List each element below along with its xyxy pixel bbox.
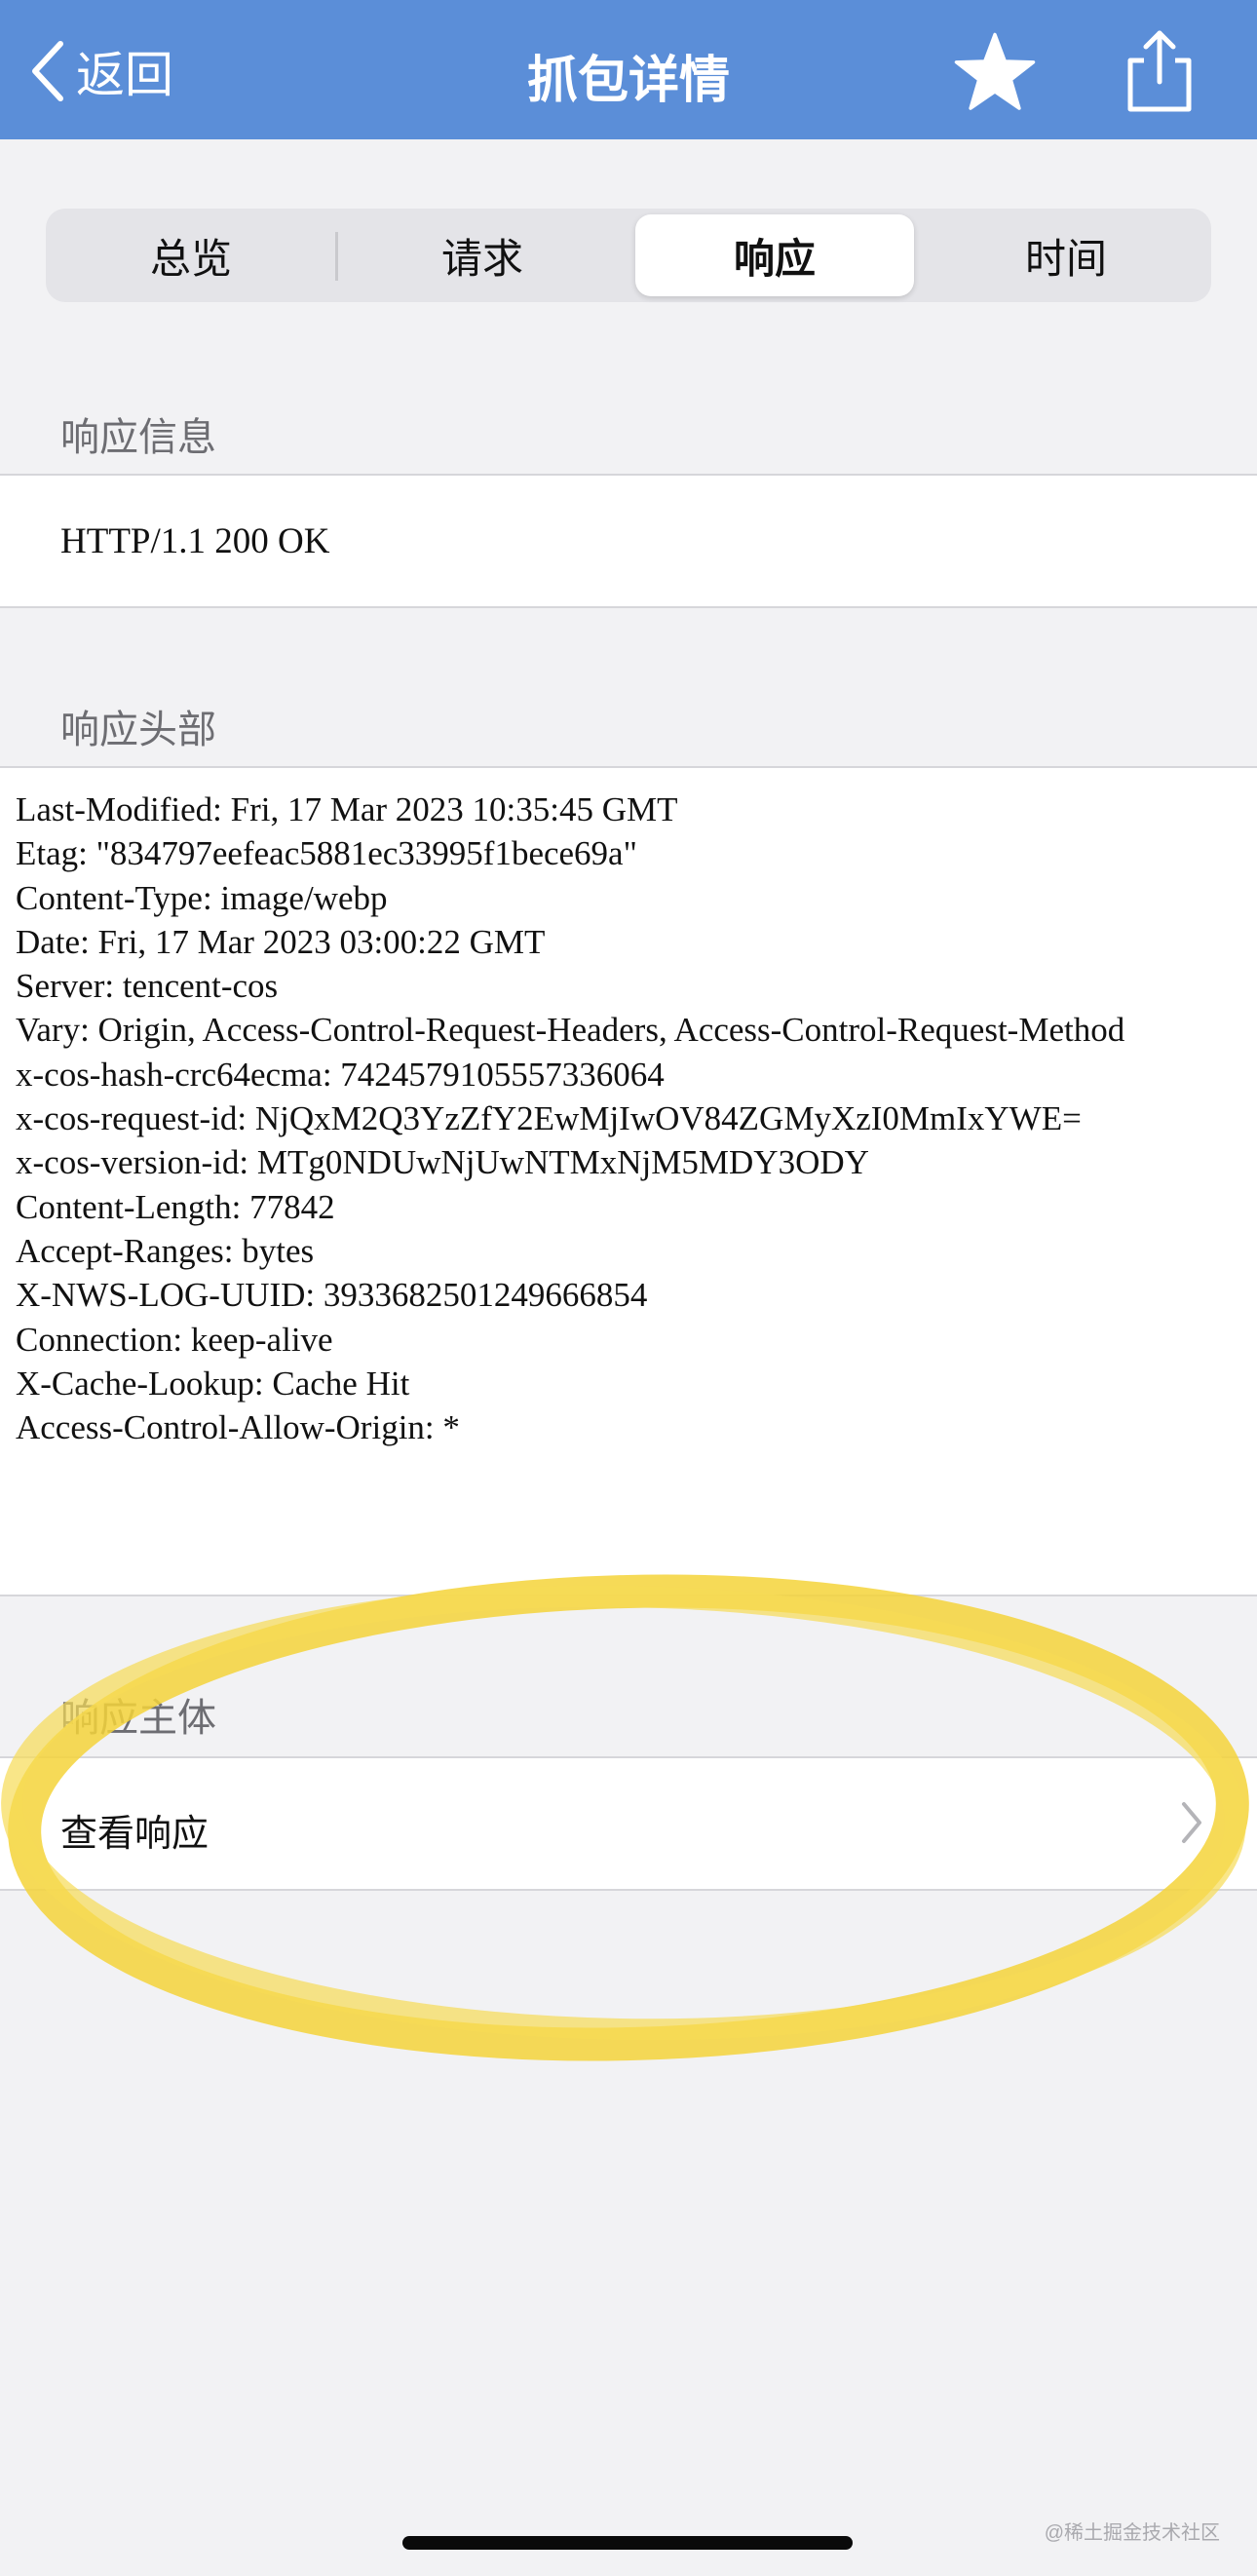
segmented-tabs: 总览 请求 响应 时间 [46,209,1211,302]
tab-divider [335,232,338,281]
header-line: Last-Modified: Fri, 17 Mar 2023 10:35:45… [16,790,678,828]
header-line: Etag: "834797eefeac5881ec33995f1bece69a" [16,834,637,873]
header-line: X-NWS-LOG-UUID: 3933682501249666854 [16,1276,648,1315]
watermark: @稀土掘金技术社区 [1044,2522,1220,2544]
view-response-row[interactable]: 查看响应 [0,1756,1257,1891]
navigation-bar: 返回 抓包详情 [0,0,1257,139]
header-line: Vary: Origin, Access-Control-Request-Hea… [16,1011,1125,1050]
header-line: Connection: keep-alive [16,1320,333,1359]
tab-request[interactable]: 请求 [343,214,622,296]
back-button[interactable]: 返回 [27,37,173,105]
status-line-cell: HTTP/1.1 200 OK [0,474,1257,608]
view-response-label: 查看响应 [60,1814,210,1855]
star-icon[interactable] [953,31,1037,115]
chevron-left-icon [32,41,63,101]
header-line: X-Cache-Lookup: Cache Hit [16,1364,410,1403]
header-line: x-cos-request-id: NjQxM2Q3YzZfY2EwMjIwOV… [16,1099,1082,1138]
response-info-header: 响应信息 [60,416,216,459]
header-line: Content-Length: 77842 [16,1187,335,1226]
response-headers-cell: Last-Modified: Fri, 17 Mar 2023 10:35:45… [0,766,1257,1596]
chevron-right-icon [1182,1802,1201,1843]
tab-overview[interactable]: 总览 [52,214,330,296]
header-line: Date: Fri, 17 Mar 2023 03:00:22 GMT [16,922,546,961]
status-line: HTTP/1.1 200 OK [60,521,330,561]
header-line: x-cos-version-id: MTg0NDUwNjUwNTMxNjM5MD… [16,1143,869,1182]
header-line: x-cos-hash-crc64ecma: 742457910555733606… [16,1055,665,1094]
back-label: 返回 [76,48,173,102]
header-line: Server: tencent-cos [16,967,279,1006]
share-icon[interactable] [1123,27,1197,113]
response-headers-header: 响应头部 [60,709,216,751]
response-body-header: 响应主体 [60,1697,216,1740]
header-line: Accept-Ranges: bytes [16,1231,315,1270]
tab-timing[interactable]: 时间 [927,214,1205,296]
home-indicator [402,2536,853,2550]
response-headers-text: Last-Modified: Fri, 17 Mar 2023 10:35:45… [16,788,1243,1449]
page-title: 抓包详情 [526,53,730,109]
header-line: Access-Control-Allow-Origin: * [16,1408,460,1447]
header-line: Content-Type: image/webp [16,878,388,917]
tab-response[interactable]: 响应 [635,214,914,296]
